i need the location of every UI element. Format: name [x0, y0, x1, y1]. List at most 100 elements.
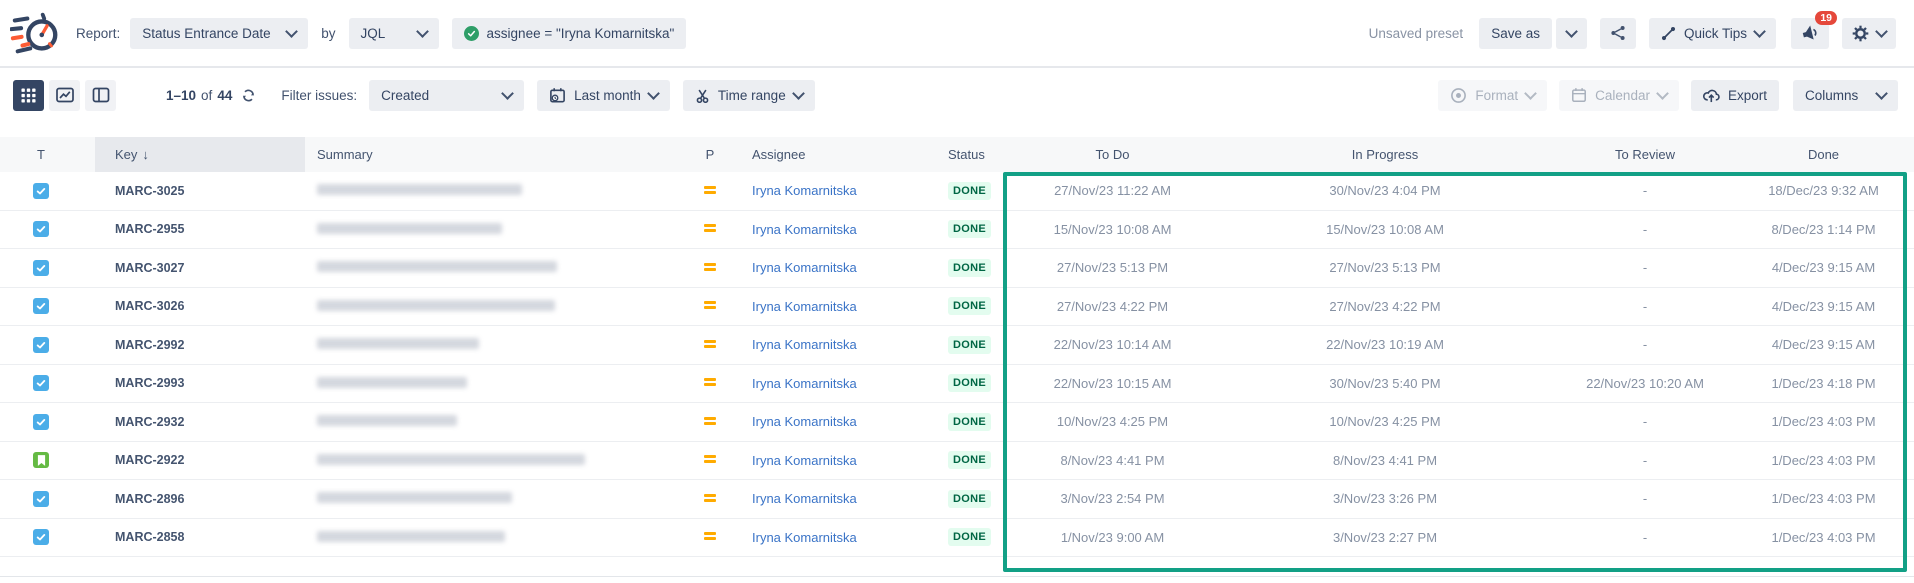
assignee-link[interactable]: Iryna Komarnitska [752, 337, 857, 352]
report-type-dropdown[interactable]: Status Entrance Date [130, 18, 308, 49]
assignee-link[interactable]: Iryna Komarnitska [752, 183, 857, 198]
notifications-button[interactable]: 19 [1791, 18, 1829, 49]
issue-key: MARC-2896 [95, 492, 305, 506]
status-badge: DONE [948, 220, 991, 238]
in-progress-date: 3/Nov/23 2:27 PM [1220, 530, 1550, 545]
in-progress-date: 22/Nov/23 10:19 AM [1220, 337, 1550, 352]
issue-summary-redacted [305, 376, 690, 391]
status-badge: DONE [948, 413, 991, 431]
issue-type-icon [33, 529, 49, 545]
todo-date: 22/Nov/23 10:15 AM [1005, 376, 1220, 391]
to-review-date: - [1550, 453, 1740, 468]
issue-type-icon [33, 260, 49, 276]
period-filter-dropdown[interactable]: Last month [537, 80, 670, 111]
assignee-link[interactable]: Iryna Komarnitska [752, 260, 857, 275]
in-progress-date: 3/Nov/23 3:26 PM [1220, 491, 1550, 506]
board-view-button[interactable] [85, 80, 116, 111]
query-mode-dropdown[interactable]: JQL [349, 18, 439, 49]
chevron-down-icon [1656, 87, 1669, 100]
priority-medium-icon [704, 340, 716, 343]
priority-medium-icon [704, 224, 716, 227]
time-range-dropdown[interactable]: Time range [683, 80, 815, 111]
megaphone-icon [1801, 24, 1819, 42]
column-header-priority[interactable]: P [690, 137, 730, 172]
assignee-link[interactable]: Iryna Komarnitska [752, 530, 857, 545]
to-review-date: - [1550, 260, 1740, 275]
assignee-link[interactable]: Iryna Komarnitska [752, 453, 857, 468]
save-as-button[interactable]: Save as [1479, 18, 1552, 49]
to-review-date: 22/Nov/23 10:20 AM [1550, 376, 1740, 391]
in-progress-date: 8/Nov/23 4:41 PM [1220, 453, 1550, 468]
table-row: MARC-2932 Iryna Komarnitska DONE 10/Nov/… [0, 403, 1914, 442]
report-toolbar: 1–10 of 44 Filter issues: Created Las [0, 68, 1914, 122]
done-date: 1/Dec/23 4:03 PM [1740, 491, 1907, 506]
column-header-key[interactable]: Key ↓ [95, 137, 305, 172]
todo-date: 1/Nov/23 9:00 AM [1005, 530, 1220, 545]
settings-button[interactable] [1842, 18, 1896, 49]
column-header-todo[interactable]: To Do [1005, 137, 1220, 172]
table-row: MARC-2992 Iryna Komarnitska DONE 22/Nov/… [0, 326, 1914, 365]
share-icon [1610, 25, 1626, 41]
done-date: 1/Dec/23 4:03 PM [1740, 453, 1907, 468]
issue-type-icon [33, 298, 49, 314]
in-progress-date: 27/Nov/23 5:13 PM [1220, 260, 1550, 275]
priority-medium-icon [704, 417, 716, 420]
issue-type-icon [33, 337, 49, 353]
save-as-menu-button[interactable] [1556, 18, 1587, 49]
column-header-in-progress[interactable]: In Progress [1220, 137, 1550, 172]
calendar-icon [1571, 87, 1587, 103]
column-header-status[interactable]: Status [940, 137, 1005, 172]
to-review-date: - [1550, 183, 1740, 198]
to-review-date: - [1550, 414, 1740, 429]
done-date: 4/Dec/23 9:15 AM [1740, 337, 1907, 352]
assignee-link[interactable]: Iryna Komarnitska [752, 376, 857, 391]
priority-medium-icon [704, 263, 716, 266]
jql-filter-pill[interactable]: assignee = "Iryna Komarnitska" [452, 18, 687, 49]
table-row: MARC-2922 Iryna Komarnitska DONE 8/Nov/2… [0, 442, 1914, 481]
done-date: 1/Dec/23 4:03 PM [1740, 414, 1907, 429]
by-label: by [321, 26, 335, 41]
issue-type-icon [33, 183, 49, 199]
notification-count-badge: 19 [1815, 11, 1837, 26]
todo-date: 27/Nov/23 11:22 AM [1005, 183, 1220, 198]
assignee-link[interactable]: Iryna Komarnitska [752, 222, 857, 237]
done-date: 8/Dec/23 1:14 PM [1740, 222, 1907, 237]
column-header-assignee[interactable]: Assignee [730, 137, 940, 172]
column-header-summary[interactable]: Summary [305, 137, 690, 172]
todo-date: 3/Nov/23 2:54 PM [1005, 491, 1220, 506]
grid-view-button[interactable] [13, 80, 44, 111]
chart-view-button[interactable] [49, 80, 80, 111]
sort-desc-icon: ↓ [142, 147, 149, 162]
status-badge: DONE [948, 490, 991, 508]
calendar-button: Calendar [1559, 80, 1679, 111]
chevron-down-icon [501, 87, 514, 100]
export-button[interactable]: Export [1691, 80, 1779, 111]
assignee-link[interactable]: Iryna Komarnitska [752, 491, 857, 506]
columns-button[interactable]: Columns [1793, 80, 1898, 111]
done-date: 4/Dec/23 9:15 AM [1740, 260, 1907, 275]
created-filter-dropdown[interactable]: Created [369, 80, 524, 111]
assignee-link[interactable]: Iryna Komarnitska [752, 299, 857, 314]
done-date: 18/Dec/23 9:32 AM [1740, 183, 1907, 198]
quick-tips-button[interactable]: Quick Tips [1649, 18, 1776, 49]
issue-type-icon [33, 414, 49, 430]
table-header-row: T Key ↓ Summary P Assignee Status To Do … [0, 137, 1914, 172]
chevron-down-icon [647, 87, 660, 100]
assignee-link[interactable]: Iryna Komarnitska [752, 414, 857, 429]
priority-medium-icon [704, 301, 716, 304]
status-badge: DONE [948, 451, 991, 469]
column-header-to-review[interactable]: To Review [1550, 137, 1740, 172]
chevron-down-icon [1875, 25, 1888, 38]
issue-summary-redacted [305, 414, 690, 429]
share-button[interactable] [1600, 18, 1636, 49]
column-header-done[interactable]: Done [1740, 137, 1907, 172]
issue-key: MARC-2955 [95, 222, 305, 236]
issue-type-icon [33, 375, 49, 391]
status-badge: DONE [948, 182, 991, 200]
chevron-down-icon [1565, 25, 1578, 38]
valid-check-icon [464, 26, 479, 41]
refresh-icon[interactable] [241, 88, 256, 103]
column-header-type[interactable]: T [27, 137, 95, 172]
todo-date: 27/Nov/23 5:13 PM [1005, 260, 1220, 275]
table-row: MARC-3027 Iryna Komarnitska DONE 27/Nov/… [0, 249, 1914, 288]
